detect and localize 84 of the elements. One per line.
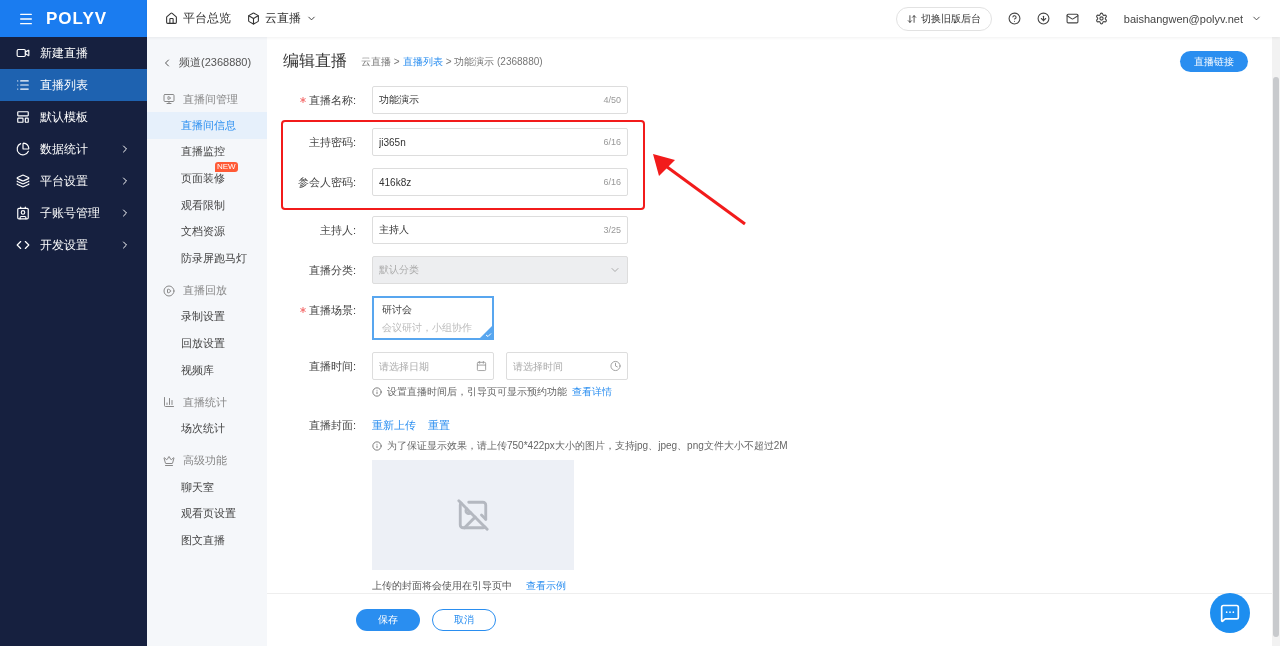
calendar-icon	[476, 360, 487, 372]
group-title: 直播间管理	[183, 91, 238, 107]
crown-icon	[163, 454, 175, 467]
back-link[interactable]: 频道(2368880)	[147, 51, 267, 74]
breadcrumb-text: > 功能演示 (2368880)	[445, 56, 543, 67]
group-title: 直播回放	[183, 283, 227, 299]
image-placeholder-icon	[456, 498, 490, 532]
home-icon	[165, 12, 178, 25]
sidebar-item[interactable]: 开发设置	[0, 229, 147, 261]
subnav-item[interactable]: 录制设置	[147, 303, 267, 331]
breadcrumb-text: 云直播 >	[361, 56, 400, 67]
char-count: 3/25	[603, 225, 621, 235]
subnav-item[interactable]: 观看限制	[147, 191, 267, 219]
bar-chart-icon	[163, 396, 175, 409]
cover-action-link[interactable]: 重新上传	[372, 416, 416, 434]
nav-link[interactable]: 平台总览	[165, 10, 231, 27]
new-badge: NEW	[215, 162, 238, 173]
brand-logo: POLYV	[46, 8, 108, 29]
subnav-item[interactable]: NEW 页面装修	[147, 165, 267, 192]
subnav-item[interactable]: 场次统计	[147, 415, 267, 442]
sidebar-item[interactable]: 平台设置	[0, 165, 147, 197]
subnav-item[interactable]: 文档资源	[147, 218, 267, 245]
info-icon	[372, 441, 382, 451]
sidebar-item[interactable]: 子账号管理	[0, 197, 147, 229]
help-icon[interactable]	[1007, 12, 1021, 25]
field-label: 直播封面:	[308, 417, 356, 433]
field-label: 主持密码:	[308, 134, 356, 150]
date-field[interactable]: 请选择日期	[372, 352, 494, 380]
time-field[interactable]: 请选择时间	[506, 352, 628, 380]
chat-icon	[1220, 603, 1240, 623]
mail-icon[interactable]	[1065, 12, 1079, 25]
contact-card-icon	[16, 206, 30, 220]
monitor-icon	[163, 93, 175, 105]
layers-icon	[16, 174, 30, 188]
layout-icon	[16, 110, 30, 124]
camera-icon	[16, 46, 30, 60]
subnav-item[interactable]: 防录屏跑马灯	[147, 244, 267, 272]
subnav-item[interactable]: 观看页设置	[147, 500, 267, 528]
download-icon[interactable]	[1036, 12, 1050, 25]
sidebar-item[interactable]: 默认模板	[0, 101, 147, 133]
char-count: 4/50	[603, 95, 621, 105]
char-count: 6/16	[603, 177, 621, 187]
field-label: 直播场景:	[308, 302, 356, 318]
swap-icon	[906, 13, 917, 24]
code-icon	[16, 238, 30, 252]
play-icon	[163, 284, 175, 297]
field-label: 直播时间:	[308, 358, 356, 374]
scene-card[interactable]: 研讨会 会议研讨，小组协作	[372, 296, 494, 340]
note-text: 上传的封面将会使用在引导页中	[372, 579, 512, 593]
user-menu[interactable]: baishangwen@polyv.net	[1123, 12, 1262, 25]
pie-chart-icon	[16, 142, 30, 156]
example-link[interactable]: 查看示例	[526, 579, 566, 593]
clock-icon	[610, 360, 621, 372]
cube-icon	[247, 12, 260, 25]
scrollbar-thumb[interactable]	[1273, 77, 1279, 637]
scene-title: 研讨会	[382, 303, 413, 317]
field-label: 直播分类:	[308, 262, 356, 278]
subnav-item[interactable]: 视频库	[147, 356, 267, 384]
list-icon	[16, 78, 30, 92]
sidebar-item[interactable]: 直播列表	[0, 69, 147, 101]
breadcrumb-link[interactable]: 直播列表	[402, 56, 443, 67]
check-corner-icon	[480, 326, 492, 338]
nav-link[interactable]: 云直播	[247, 10, 317, 27]
settings-icon[interactable]	[1094, 12, 1108, 25]
scene-description: 会议研讨，小组协作	[382, 321, 473, 335]
page-title: 编辑直播	[283, 51, 347, 71]
sidebar-item[interactable]: 数据统计	[0, 133, 147, 165]
group-title: 高级功能	[183, 453, 227, 469]
subnav-item[interactable]: 聊天室	[147, 473, 267, 501]
info-icon	[372, 387, 382, 397]
cancel-button[interactable]: 取消	[432, 609, 496, 631]
hint-text: 为了保证显示效果，请上传750*422px大小的图片，支持jpg、jpeg、png文件大小不超过2M	[387, 439, 788, 453]
subnav-item[interactable]: 回放设置	[147, 330, 267, 357]
switch-version-button[interactable]: 切换旧版后台	[895, 6, 992, 31]
sidebar-item[interactable]: 新建直播	[0, 37, 147, 69]
hint-text: 设置直播时间后，引导页可显示预约功能	[387, 385, 567, 399]
field-label: 直播名称:	[308, 92, 356, 108]
char-count: 6/16	[603, 137, 621, 147]
subnav-item[interactable]: 图文直播	[147, 527, 267, 554]
field-label: 参会人密码:	[297, 174, 356, 190]
field-label: 主持人:	[319, 222, 356, 238]
cover-action-link[interactable]: 重置	[428, 416, 450, 434]
details-link[interactable]: 查看详情	[572, 385, 612, 399]
group-title: 直播统计	[183, 394, 227, 410]
